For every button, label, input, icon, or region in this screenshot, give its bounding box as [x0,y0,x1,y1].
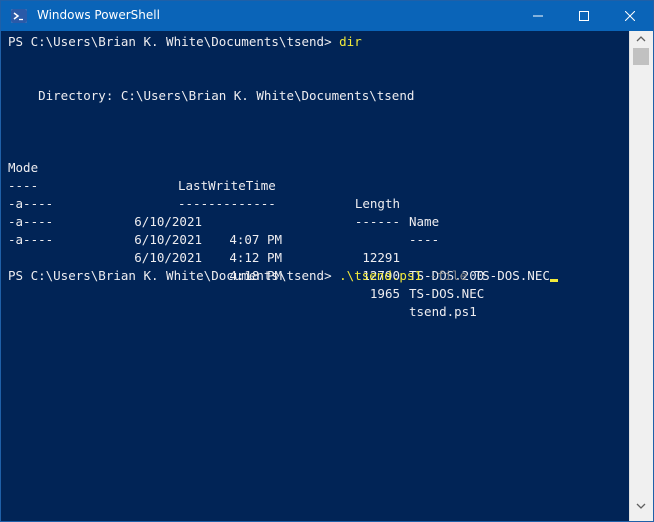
powershell-icon[interactable] [11,9,27,23]
table-header-underline: ---- ------------- ------ ---- [8,159,628,247]
file-name: tsend.ps1 [409,304,477,319]
minimize-icon [533,15,543,17]
maximize-button[interactable] [561,1,607,31]
file-name: TS-DOS.NEC [409,286,485,301]
scroll-up-icon[interactable] [636,36,646,42]
command-dir: dir [339,34,362,49]
prompt-text: PS C:\Users\Brian K. White\Documents\tse… [8,34,340,49]
scroll-down-icon[interactable] [636,503,646,509]
underline-name: ---- [409,232,440,247]
text-cursor [549,279,558,282]
file-length: 12291 [362,250,400,265]
table-row: -a---- 6/10/2021 4:07 PM 12291 TS-DOS.20… [8,177,628,283]
powershell-window: Windows PowerShell PS C:\Users\Brian K. … [0,0,654,522]
directory-line: Directory: C:\Users\Brian K. White\Docum… [8,88,415,103]
file-length: 1965 [369,286,400,301]
file-time: 4:12 PM [229,250,282,265]
prompt-text: PS C:\Users\Brian K. White\Documents\tse… [8,268,340,283]
file-date: 6/10/2021 [134,250,202,265]
prompt-line-1: PS C:\Users\Brian K. White\Documents\tse… [8,33,362,51]
close-button[interactable] [607,1,653,31]
console-output[interactable]: PS C:\Users\Brian K. White\Documents\tse… [1,31,629,521]
file-date: 6/10/2021 [134,232,202,247]
file-time: 4:07 PM [229,232,282,247]
file-mode: -a---- [8,232,54,247]
scrollbar-thumb[interactable] [633,48,649,65]
command-parameter: -file [421,268,468,283]
window-title: Windows PowerShell [37,8,160,22]
minimize-button[interactable] [515,1,561,31]
command-argument: TS-DOS.NEC [467,268,550,283]
table-row: -a---- 6/10/2021 4:12 PM 12790 TS-DOS.NE… [8,195,628,301]
table-header: Mode LastWriteTime Length Name [8,141,628,229]
vertical-scrollbar[interactable] [629,31,653,521]
command-script: .\tsend.ps1 [339,268,422,283]
title-bar[interactable]: Windows PowerShell [1,1,653,31]
prompt-line-2: PS C:\Users\Brian K. White\Documents\tse… [8,267,558,285]
table-row: -a---- 6/10/2021 4:18 PM 1965 tsend.ps1 [8,213,628,319]
close-icon [625,11,635,21]
maximize-icon [579,11,589,21]
